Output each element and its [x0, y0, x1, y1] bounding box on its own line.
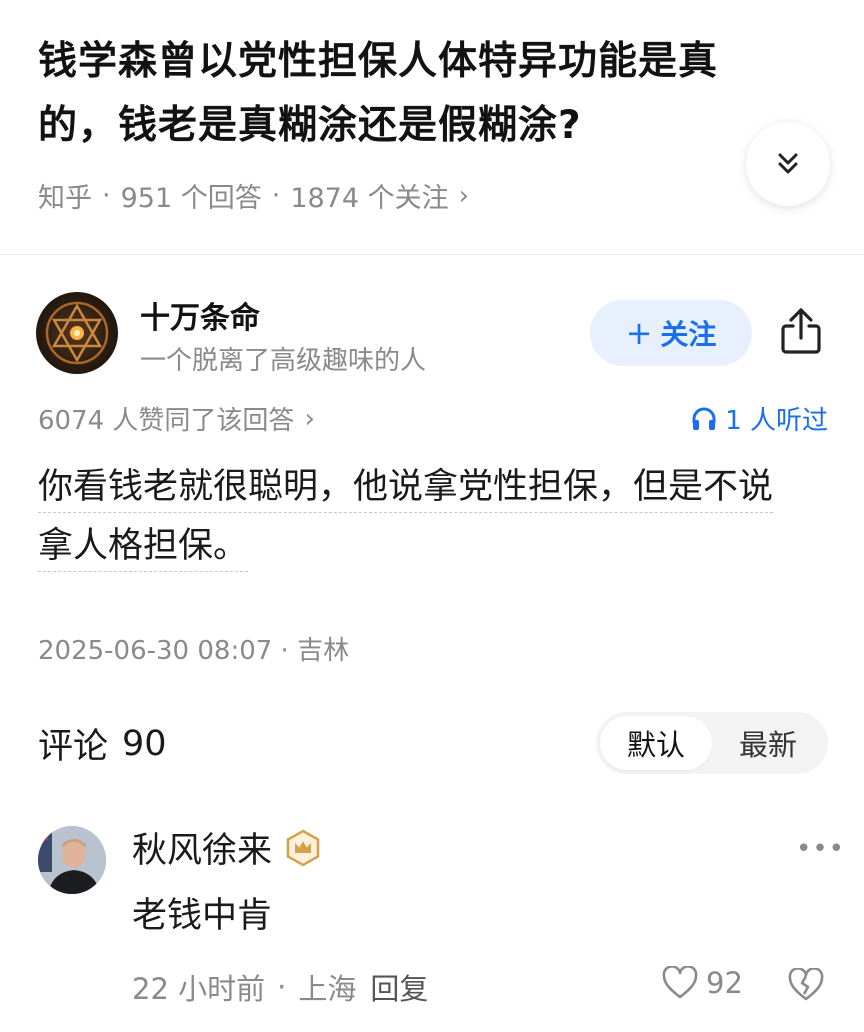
- sort-default-option[interactable]: 默认: [600, 716, 712, 770]
- author-avatar[interactable]: [36, 292, 118, 374]
- sort-latest-option[interactable]: 最新: [712, 716, 824, 770]
- share-button[interactable]: [778, 306, 824, 356]
- question-meta[interactable]: 知乎 · 951 个回答 · 1874 个关注 ›: [38, 176, 469, 215]
- double-chevron-down-icon: [778, 153, 798, 174]
- commenter-name-text: 秋风徐来: [132, 831, 273, 871]
- follow-label: 关注: [660, 318, 717, 351]
- follow-button[interactable]: + 关注: [590, 300, 752, 366]
- answer-timestamp: 2025-06-30 08:07 · 吉林: [38, 636, 350, 666]
- share-icon: [781, 308, 821, 354]
- more-icon[interactable]: •••: [796, 834, 845, 864]
- upvote-summary[interactable]: 6074 人赞同了该回答 ›: [38, 400, 315, 437]
- source-label: 知乎: [38, 183, 92, 214]
- answer-line: 你看钱老就很聪明，他说拿党性担保，但是不说: [38, 467, 774, 507]
- person-photo: [38, 826, 106, 894]
- plus-icon: +: [625, 314, 653, 352]
- reply-button[interactable]: 回复: [370, 966, 428, 1008]
- chevron-right-icon: ›: [458, 180, 470, 211]
- divider: [0, 254, 864, 255]
- meta-separator: ·: [277, 970, 287, 1004]
- listen-text: 1 人听过: [725, 406, 828, 436]
- collapse-button[interactable]: [746, 122, 830, 206]
- answer-body[interactable]: 你看钱老就很聪明，他说拿党性担保，但是不说 拿人格担保。: [38, 458, 830, 576]
- comment-location: 上海: [298, 972, 357, 1006]
- like-count: 92: [706, 966, 743, 1000]
- broken-heart-icon[interactable]: [788, 968, 824, 1002]
- followers-count: 1874 个关注: [290, 183, 449, 214]
- question-title[interactable]: 钱学森曾以党性担保人体特异功能是真的，钱老是真糊涂还是假糊涂?: [38, 30, 758, 158]
- answers-count: 951 个回答: [120, 183, 262, 214]
- commenter-avatar[interactable]: [38, 826, 106, 894]
- upvote-text: 6074 人赞同了该回答: [38, 406, 295, 436]
- meta-separator: ·: [271, 180, 281, 211]
- comments-header: 评论 90: [38, 718, 167, 769]
- answer-line: 拿人格担保。: [38, 526, 249, 566]
- listen-summary[interactable]: 1 人听过: [691, 400, 828, 437]
- meta-separator: ·: [102, 180, 111, 211]
- hexagram-emblem-icon: [45, 301, 109, 365]
- author-name[interactable]: 十万条命: [140, 293, 260, 337]
- comments-label: 评论: [38, 727, 109, 767]
- comment-meta: 22 小时前 · 上海 回复: [132, 966, 428, 1008]
- commenter-name[interactable]: 秋风徐来: [132, 822, 322, 873]
- author-bio: 一个脱离了高级趣味的人: [140, 346, 427, 376]
- crown-badge-icon: [286, 829, 320, 866]
- sort-toggle: 默认 最新: [596, 712, 828, 774]
- like-button[interactable]: 92: [662, 966, 743, 1000]
- chevron-right-icon: ›: [304, 403, 315, 434]
- comment-time: 22 小时前: [132, 972, 266, 1006]
- comments-count: 90: [122, 723, 167, 764]
- headphones-icon: [692, 407, 716, 430]
- comment-text: 老钱中肯: [132, 896, 273, 936]
- heart-icon: [662, 966, 698, 999]
